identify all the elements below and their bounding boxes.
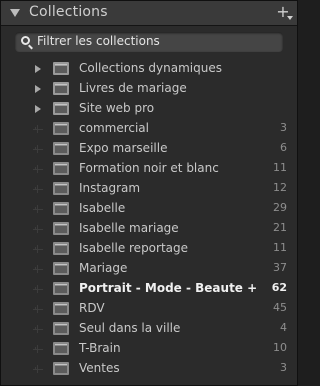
- collection-item[interactable]: Ventes 3: [19, 359, 289, 379]
- collection-icon: [53, 202, 69, 215]
- collection-label: T-Brain: [79, 341, 121, 355]
- collection-icon: [53, 222, 69, 235]
- search-icon: [21, 36, 30, 45]
- collection-count: 11: [273, 161, 287, 174]
- tree-line-icon: [33, 344, 43, 353]
- collection-set-item[interactable]: Site web pro: [19, 99, 289, 119]
- tree-line-icon: [33, 204, 43, 213]
- collection-item[interactable]: Isabelle reportage 11: [19, 239, 289, 259]
- collection-icon: [53, 182, 69, 195]
- collection-count: 37: [273, 261, 287, 274]
- collection-count: 11: [273, 241, 287, 254]
- collection-label: Seul dans la ville: [79, 321, 181, 335]
- collection-item[interactable]: commercial 3: [19, 119, 289, 139]
- collection-set-item[interactable]: Collections dynamiques: [19, 59, 289, 79]
- collection-label: Isabelle mariage: [79, 221, 179, 235]
- collection-icon: [53, 162, 69, 175]
- collection-item[interactable]: Mariage 37: [19, 259, 289, 279]
- collection-label: Ventes: [79, 361, 120, 375]
- collection-item[interactable]: Expo marseille 6: [19, 139, 289, 159]
- collection-icon: [53, 322, 69, 335]
- collection-label: Mariage: [79, 261, 128, 275]
- tree-line-icon: [33, 364, 43, 373]
- collection-set-icon: [53, 102, 69, 115]
- collection-item[interactable]: Instagram 12: [19, 179, 289, 199]
- collection-item[interactable]: T-Brain 10: [19, 339, 289, 359]
- panel-header[interactable]: Collections +: [1, 1, 297, 26]
- collection-label: Isabelle reportage: [79, 241, 189, 255]
- tree-line-icon: [33, 144, 43, 153]
- collection-count: 6: [280, 141, 287, 154]
- collection-count: 10: [273, 341, 287, 354]
- collections-panel: Collections + Filtrer les collections Co…: [0, 0, 298, 386]
- plus-icon[interactable]: +: [275, 4, 293, 20]
- collection-icon: [53, 122, 69, 135]
- collection-item[interactable]: RDV 45: [19, 299, 289, 319]
- collection-icon: [53, 242, 69, 255]
- expand-arrow-icon[interactable]: [35, 65, 41, 73]
- collection-item[interactable]: Formation noir et blanc 11: [19, 159, 289, 179]
- collection-item[interactable]: Isabelle 29: [19, 199, 289, 219]
- search-field[interactable]: Filtrer les collections: [15, 32, 283, 52]
- collection-label: Portrait - Mode - Beaute +: [79, 281, 258, 295]
- collection-set-label: Collections dynamiques: [79, 61, 222, 75]
- dropdown-caret-icon: [287, 16, 293, 20]
- tree-line-icon: [33, 304, 43, 313]
- collection-label: Isabelle: [79, 201, 126, 215]
- collection-label: Formation noir et blanc: [79, 161, 219, 175]
- collection-icon: [53, 142, 69, 155]
- collection-icon: [53, 362, 69, 375]
- tree-line-icon: [33, 224, 43, 233]
- collection-item-selected[interactable]: Portrait - Mode - Beaute + 62: [19, 279, 289, 299]
- collection-set-icon: [53, 82, 69, 95]
- collapse-triangle-icon[interactable]: [10, 9, 20, 17]
- search-placeholder: Filtrer les collections: [37, 34, 160, 48]
- collection-set-label: Livres de mariage: [79, 81, 187, 95]
- collection-count: 12: [273, 181, 287, 194]
- collection-set-label: Site web pro: [79, 101, 155, 115]
- collection-count: 3: [280, 361, 287, 374]
- collection-label: Expo marseille: [79, 141, 168, 155]
- collection-count: 62: [271, 281, 287, 294]
- collection-item[interactable]: Isabelle mariage 21: [19, 219, 289, 239]
- tree-line-icon: [33, 124, 43, 133]
- tree-line-icon: [33, 164, 43, 173]
- collections-list: Collections dynamiques Livres de mariage…: [19, 59, 289, 379]
- collection-icon: [53, 262, 69, 275]
- panel-title: Collections: [29, 4, 108, 20]
- collection-icon: [53, 282, 69, 295]
- collection-icon: [53, 342, 69, 355]
- tree-line-icon: [33, 284, 43, 293]
- collection-set-icon: [53, 62, 69, 75]
- collection-icon: [53, 302, 69, 315]
- collection-count: 29: [273, 201, 287, 214]
- expand-arrow-icon[interactable]: [35, 85, 41, 93]
- tree-line-icon: [33, 324, 43, 333]
- expand-arrow-icon[interactable]: [35, 105, 41, 113]
- collection-label: Instagram: [79, 181, 141, 195]
- tree-line-icon: [33, 184, 43, 193]
- tree-line-icon: [33, 244, 43, 253]
- collection-set-item[interactable]: Livres de mariage: [19, 79, 289, 99]
- collection-count: 4: [280, 321, 287, 334]
- collection-count: 21: [273, 221, 287, 234]
- collection-count: 3: [280, 121, 287, 134]
- collection-label: RDV: [79, 301, 105, 315]
- collection-item[interactable]: Seul dans la ville 4: [19, 319, 289, 339]
- collection-label: commercial: [79, 121, 149, 135]
- tree-line-icon: [33, 264, 43, 273]
- collection-count: 45: [273, 301, 287, 314]
